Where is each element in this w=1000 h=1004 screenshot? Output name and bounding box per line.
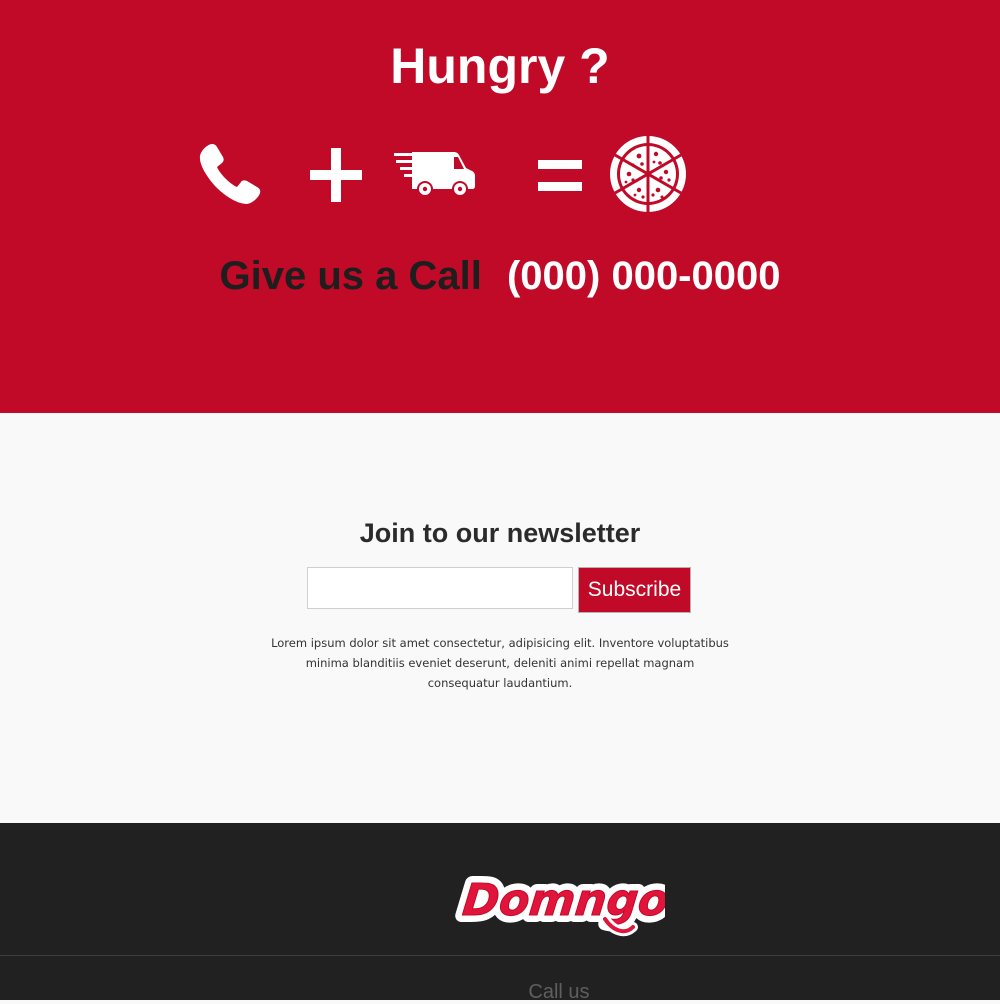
brand-logo[interactable]: Domngo Domngo — [453, 861, 678, 943]
phone-number-link[interactable]: (000) 000-0000 — [507, 254, 781, 298]
newsletter-section: Join to our newsletter Subscribe Lorem i… — [0, 413, 1000, 823]
newsletter-email-input[interactable] — [307, 567, 573, 609]
footer-divider — [0, 955, 1000, 956]
subscribe-button[interactable]: Subscribe — [578, 567, 691, 613]
svg-text:Domngo: Domngo — [460, 875, 665, 926]
call-line: Give us a Call (000) 000-0000 — [0, 250, 1000, 302]
pizza-icon — [608, 132, 688, 221]
hero-section: Hungry ? Give us a Call (000) 000-0000 — [0, 0, 1000, 413]
footer-call-us-heading: Call us — [528, 981, 590, 1003]
hero-title: Hungry ? — [390, 38, 610, 94]
call-label: Give us a Call — [219, 254, 482, 298]
plus-icon — [310, 148, 362, 207]
newsletter-description: Lorem ipsum dolor sit amet consectetur, … — [271, 636, 729, 690]
equals-icon — [538, 160, 582, 197]
delivery-truck-icon — [392, 150, 478, 203]
phone-icon — [198, 142, 262, 211]
footer: Domngo Domngo Call us — [0, 823, 1000, 1003]
newsletter-title: Join to our newsletter — [359, 518, 641, 548]
